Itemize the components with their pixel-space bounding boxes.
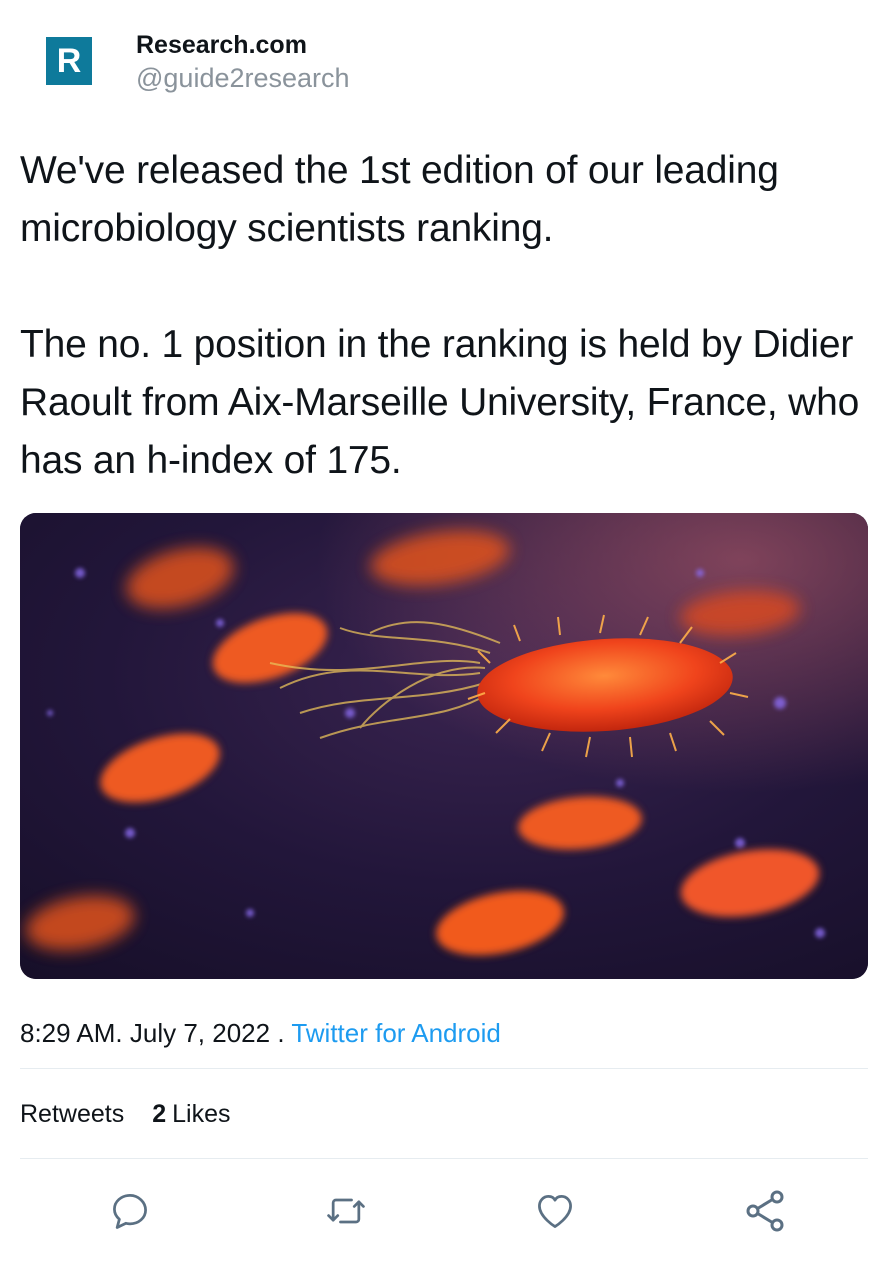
- reply-button[interactable]: [105, 1186, 155, 1236]
- tweet-media-image[interactable]: [20, 513, 868, 979]
- account-names: Research.com @guide2research: [136, 31, 350, 94]
- separator: .: [115, 1018, 123, 1048]
- likes-count: 2: [152, 1100, 167, 1128]
- tweet-actions: [0, 1186, 890, 1236]
- tweet-time[interactable]: 8:29 AM: [20, 1018, 115, 1048]
- tweet-source-link[interactable]: Twitter for Android: [291, 1018, 501, 1048]
- divider: [20, 1158, 868, 1159]
- share-button[interactable]: [740, 1186, 790, 1236]
- bacteria-image: [20, 513, 868, 979]
- retweet-icon: [327, 1198, 365, 1224]
- heart-icon: [538, 1194, 572, 1228]
- account-handle[interactable]: @guide2research: [136, 63, 350, 94]
- retweets-stat[interactable]: Retweets: [20, 1100, 124, 1129]
- share-icon: [746, 1190, 784, 1232]
- retweet-button[interactable]: [321, 1186, 371, 1236]
- likes-label: Likes: [172, 1100, 231, 1128]
- display-name[interactable]: Research.com: [136, 31, 350, 60]
- tweet-header: R Research.com @guide2research: [46, 31, 350, 94]
- likes-stat[interactable]: 2 Likes: [152, 1100, 230, 1129]
- tweet-date[interactable]: July 7, 2022: [130, 1018, 270, 1048]
- like-button[interactable]: [530, 1186, 580, 1236]
- divider: [20, 1068, 868, 1069]
- tweet-text: We've released the 1st edition of our le…: [20, 149, 860, 482]
- separator: .: [277, 1018, 285, 1048]
- account-logo[interactable]: R: [46, 37, 92, 85]
- reply-icon: [113, 1194, 147, 1229]
- tweet-stats: Retweets 2 Likes: [20, 1100, 231, 1129]
- tweet-metadata: 8:29 AM. July 7, 2022 . Twitter for Andr…: [20, 1018, 501, 1049]
